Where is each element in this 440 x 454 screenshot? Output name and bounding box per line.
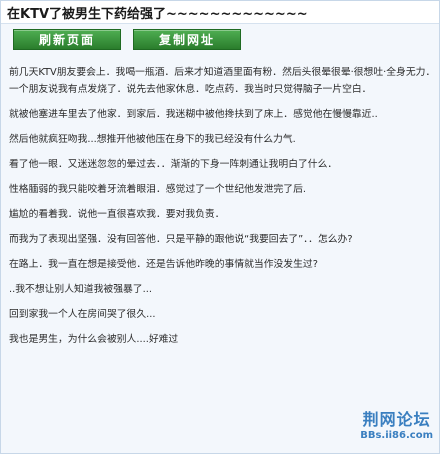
copy-url-button[interactable]: 复制网址 [133,28,241,50]
toolbar: 刷新页面 复制网址 [1,24,439,54]
post-paragraph: 看了他一眼．又迷迷忽忽的晕过去．．渐渐的下身一阵刺通让我明白了什么． [9,159,338,170]
post-paragraph: 性格腼弱的我只能咬着牙流着眼泪．感觉过了一个世纪他发泄完了后. [9,184,307,195]
refresh-page-button[interactable]: 刷新页面 [13,28,121,50]
post-paragraph: 在路上．我一直在想是接受他．还是告诉他昨晚的事情就当作没发生过? [9,259,318,270]
post-paragraph: 回到家我一个人在房间哭了很久... [9,309,156,320]
post-window: 在KTV了被男生下药给强了~~~~~~~~~~~~~ 刷新页面 复制网址 前几天… [0,0,440,454]
title-bar: 在KTV了被男生下药给强了~~~~~~~~~~~~~ [1,1,439,24]
post-paragraph: 一个朋友说我有点发烧了．说先去他家休息．吃点药．我当时只觉得脑子一片空白． [9,84,372,95]
forum-watermark: 荆网论坛 BBs.ii86.com [360,406,433,441]
post-body: 前几天KTV朋友要会上．我喝一瓶酒．后来才知道酒里面有粉．然后头很晕很晕·很想吐… [1,57,439,453]
post-title: 在KTV了被男生下药给强了~~~~~~~~~~~~~ [7,6,308,22]
watermark-url: BBs.ii86.com [360,430,433,441]
post-paragraph: 尴尬的看着我．说他一直很喜欢我．要对我负责． [9,209,225,220]
post-paragraph: ..我不想让别人知道我被强暴了... [9,284,152,295]
post-paragraph: 前几天KTV朋友要会上．我喝一瓶酒．后来才知道酒里面有粉．然后头很晕很晕·很想吐… [9,67,431,78]
post-paragraph: 我也是男生，为什么会被别人....好难过 [9,334,179,345]
watermark-name: 荆网论坛 [362,410,431,429]
post-paragraph: 而我为了表现出坚强．没有回答他．只是平静的跟他说“我要回去了”．．怎么办? [9,234,353,245]
post-paragraph: 然后他就疯狂吻我...想推开他被他压在身下的我已经没有什么力气. [9,134,296,145]
post-paragraph: 就被他塞进车里去了他家．到家后．我迷糊中被他搀扶到了床上．感觉他在慢慢靠近.. [9,109,378,120]
